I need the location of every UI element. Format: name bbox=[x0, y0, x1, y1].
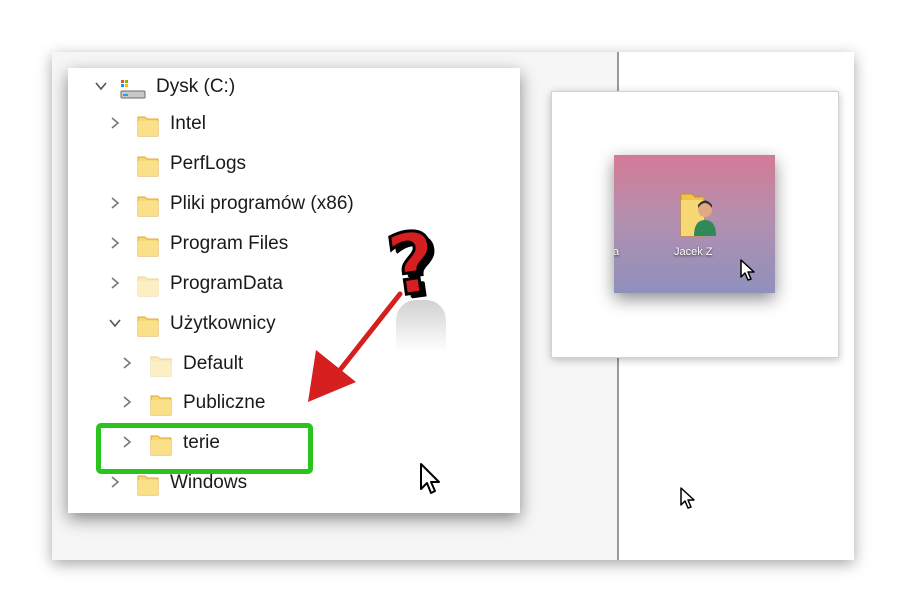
desktop-icon-label: Jacek Z bbox=[674, 246, 713, 258]
tree-item-pliki-programow-x86[interactable]: Pliki programów (x86) bbox=[68, 185, 520, 225]
folder-icon bbox=[137, 113, 159, 137]
chevron-right-icon[interactable] bbox=[120, 356, 134, 370]
tree-item-label: ProgramData bbox=[170, 273, 283, 294]
folder-icon bbox=[137, 472, 159, 496]
tree-item-label: Program Files bbox=[170, 233, 289, 254]
desktop-preview: a Jacek Z bbox=[614, 155, 775, 293]
hard-drive-icon bbox=[120, 78, 146, 100]
tree-item-program-files[interactable]: Program Files bbox=[68, 225, 520, 265]
desktop-icon-label-partial: a bbox=[614, 246, 620, 258]
tree-item-label: Dysk (C:) bbox=[156, 76, 236, 97]
chevron-right-icon[interactable] bbox=[108, 475, 122, 489]
tree-item-label: PerfLogs bbox=[170, 153, 247, 174]
folder-icon bbox=[137, 193, 159, 217]
tree-item-default[interactable]: Default bbox=[68, 345, 520, 385]
tree-item-publiczne[interactable]: Publiczne bbox=[68, 384, 520, 424]
folder-icon bbox=[150, 392, 172, 416]
folder-icon bbox=[137, 233, 159, 257]
tree-item-label: Intel bbox=[170, 113, 206, 134]
chevron-right-icon[interactable] bbox=[108, 196, 122, 210]
tree-item-label: Pliki programów (x86) bbox=[170, 193, 354, 214]
chevron-right-icon[interactable] bbox=[108, 116, 122, 130]
chevron-right-icon[interactable] bbox=[108, 236, 122, 250]
chevron-down-icon[interactable] bbox=[108, 316, 122, 330]
mouse-cursor-icon bbox=[419, 462, 443, 501]
tree-item-drive-c[interactable]: Dysk (C:) bbox=[68, 68, 520, 108]
tree-item-perflogs[interactable]: PerfLogs bbox=[68, 145, 520, 185]
tree-item-intel[interactable]: Intel bbox=[68, 105, 520, 145]
chevron-right-icon[interactable] bbox=[120, 395, 134, 409]
chevron-down-icon[interactable] bbox=[94, 79, 108, 93]
tree-item-uzytkownicy[interactable]: Użytkownicy bbox=[68, 305, 520, 345]
folder-icon bbox=[137, 313, 159, 337]
chevron-right-icon[interactable] bbox=[108, 276, 122, 290]
red-arrow-icon bbox=[308, 291, 403, 402]
mouse-cursor-icon bbox=[740, 259, 756, 288]
hidden-folder-icon bbox=[150, 353, 172, 377]
user-folder-icon[interactable] bbox=[678, 188, 718, 245]
highlight-box bbox=[96, 423, 313, 474]
tree-item-label: Default bbox=[183, 353, 244, 374]
tree-item-programdata[interactable]: ProgramData bbox=[68, 265, 520, 305]
hidden-folder-icon bbox=[137, 273, 159, 297]
folder-icon bbox=[137, 153, 159, 177]
tree-item-label: Publiczne bbox=[183, 392, 266, 413]
tree-item-label: Użytkownicy bbox=[170, 313, 276, 334]
tree-item-label: Windows bbox=[170, 472, 248, 493]
mouse-cursor-icon bbox=[680, 487, 696, 516]
